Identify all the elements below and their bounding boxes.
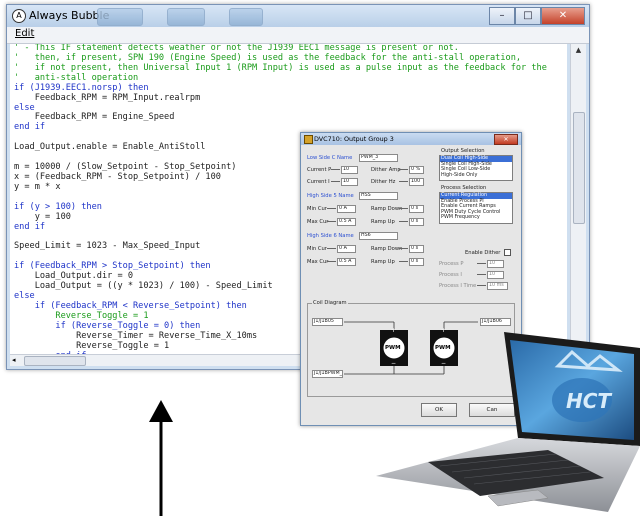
- dither-amp-slider[interactable]: [399, 166, 408, 173]
- max-cur-2-field[interactable]: 0.5 A: [337, 258, 356, 266]
- max-cur-slider[interactable]: [327, 218, 336, 225]
- high-side-5-name-label: High Side 5 Name: [307, 193, 354, 199]
- max-cur-2-label: Max Cur: [307, 259, 329, 265]
- pin-b-label: J1/J1B06: [480, 318, 511, 326]
- dialog-title-bar[interactable]: DVC710: Output Group 3 ✕: [301, 133, 521, 145]
- process-i-time-label: Process I Time: [439, 283, 477, 289]
- app-icon: A: [12, 9, 26, 23]
- high-side-6-name-label: High Side 6 Name: [307, 233, 354, 239]
- laptop-logo-text: HCT: [566, 389, 612, 413]
- scroll-left-icon[interactable]: ◂: [12, 355, 16, 366]
- process-selection-label: Process Selection: [441, 185, 487, 191]
- dialog-title: DVC710: Output Group 3: [314, 135, 394, 143]
- current-i-field[interactable]: 10: [341, 178, 358, 186]
- low-side-c-name-label: Low Side C Name: [307, 155, 353, 161]
- minimize-button[interactable]: –: [489, 7, 515, 25]
- max-cur-field[interactable]: 0.5 A: [337, 218, 356, 226]
- dither-hz-label: Dither Hz: [371, 179, 396, 185]
- ramp-down-2-field[interactable]: 0 s: [409, 245, 424, 253]
- output-selection-label: Output Selection: [441, 148, 485, 154]
- enable-dither-checkbox[interactable]: [504, 249, 511, 256]
- laptop-image: HCT: [376, 332, 640, 512]
- ramp-up-field[interactable]: 0 s: [409, 218, 424, 226]
- min-cur-slider[interactable]: [327, 205, 336, 212]
- current-p-field[interactable]: 10: [341, 166, 358, 174]
- output-selection-list[interactable]: Dual Coil High-Side Single Coil High-Sid…: [439, 155, 513, 181]
- current-p-slider[interactable]: [331, 166, 340, 173]
- process-i-slider[interactable]: [477, 271, 486, 278]
- dither-amp-label: Dither Amp: [371, 167, 401, 173]
- scroll-up-icon[interactable]: ▲: [571, 44, 586, 56]
- process-selection-item[interactable]: PWM Frequency: [440, 215, 512, 221]
- menu-edit[interactable]: Edit: [15, 28, 34, 39]
- pin-a-label: J1/J1B05: [312, 318, 343, 326]
- max-cur-label: Max Cur: [307, 219, 329, 225]
- process-i-field[interactable]: 10: [487, 271, 504, 279]
- scroll-thumb[interactable]: [573, 112, 585, 224]
- ramp-down-slider[interactable]: [399, 205, 408, 212]
- code-line: Feedback_RPM = RPM_Input.realrpm: [14, 92, 201, 103]
- process-i-time-field[interactable]: 10 ms: [487, 282, 508, 290]
- code-line: Feedback_RPM = Engine_Speed: [14, 112, 175, 123]
- process-p-label: Process P: [439, 261, 464, 267]
- up-arrow-icon: [149, 400, 173, 516]
- low-side-c-name-field[interactable]: PWM_3: [359, 154, 398, 162]
- ramp-up-label: Ramp Up: [371, 219, 395, 225]
- window-controls: – □ ✕: [489, 7, 585, 25]
- min-cur-field[interactable]: 0 A: [337, 205, 356, 213]
- min-cur-label: Min Cur: [307, 206, 327, 212]
- close-button[interactable]: ✕: [541, 7, 585, 25]
- taskbar-glow-1: [97, 8, 143, 26]
- ramp-up-2-slider[interactable]: [399, 258, 408, 265]
- current-i-slider[interactable]: [331, 178, 340, 185]
- title-bar[interactable]: A Always Bubble – □ ✕: [7, 5, 589, 27]
- min-cur-2-field[interactable]: 0 A: [337, 245, 356, 253]
- process-p-field[interactable]: 10: [487, 260, 504, 268]
- ramp-down-field[interactable]: 0 s: [409, 205, 424, 213]
- pin-c-label: J1/J1BPWM_3: [312, 370, 343, 378]
- high-side-6-name-field[interactable]: HS6: [359, 232, 398, 240]
- taskbar-glow-2: [167, 8, 205, 26]
- ramp-up-slider[interactable]: [399, 218, 408, 225]
- min-cur-2-label: Min Cur: [307, 246, 327, 252]
- process-i-time-slider[interactable]: [477, 282, 486, 289]
- ramp-down-2-slider[interactable]: [399, 245, 408, 252]
- ramp-down-label: Ramp Down: [371, 206, 403, 212]
- dialog-close-button[interactable]: ✕: [494, 134, 518, 145]
- ramp-up-2-label: Ramp Up: [371, 259, 395, 265]
- maximize-button[interactable]: □: [515, 7, 541, 25]
- dither-hz-field[interactable]: 100: [409, 178, 424, 186]
- current-i-label: Current I: [307, 179, 330, 185]
- vertical-scrollbar[interactable]: ▲: [570, 44, 586, 354]
- process-i-label: Process I: [439, 272, 462, 278]
- dither-hz-slider[interactable]: [399, 178, 408, 185]
- enable-dither-label: Enable Dither: [465, 250, 501, 256]
- taskbar-glow-3: [229, 8, 263, 26]
- ramp-up-2-field[interactable]: 0 s: [409, 258, 424, 266]
- high-side-5-name-field[interactable]: HSS: [359, 192, 398, 200]
- current-p-label: Current P: [307, 167, 332, 173]
- ramp-down-2-label: Ramp Down: [371, 246, 403, 252]
- dither-amp-field[interactable]: 0 %: [409, 166, 424, 174]
- process-selection-list[interactable]: Current Regulation Enable Process PI Ena…: [439, 192, 513, 224]
- max-cur-2-slider[interactable]: [327, 258, 336, 265]
- hscroll-thumb[interactable]: [24, 356, 86, 366]
- output-selection-item[interactable]: High-Side Only: [440, 172, 512, 179]
- menu-bar: Edit: [7, 27, 589, 44]
- dialog-app-icon: [304, 135, 313, 144]
- min-cur-2-slider[interactable]: [327, 245, 336, 252]
- process-p-slider[interactable]: [477, 260, 486, 267]
